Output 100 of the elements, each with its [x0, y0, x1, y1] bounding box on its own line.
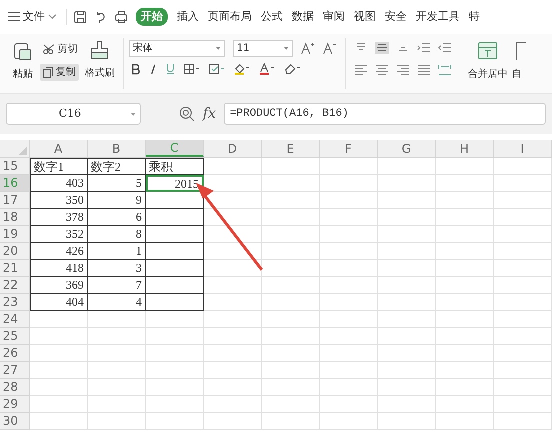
empty-cell	[146, 260, 204, 277]
empty-cell	[494, 209, 552, 226]
table-cell: 9	[88, 192, 146, 209]
row-header[interactable]: 26	[0, 345, 30, 362]
formula-input[interactable]: =PRODUCT(A16, B16)	[224, 103, 546, 125]
align-right-icon[interactable]	[396, 64, 410, 76]
ribbon-tab[interactable]: 插入	[177, 8, 199, 26]
eraser-icon[interactable]	[284, 63, 301, 75]
decrease-font-icon[interactable]	[323, 42, 337, 55]
cell-style-icon[interactable]	[209, 64, 225, 74]
ribbon-tab[interactable]: 页面布局	[208, 8, 252, 26]
empty-cell	[320, 209, 378, 226]
file-menu[interactable]: 文件	[23, 8, 45, 26]
format-painter-button[interactable]: 格式刷	[85, 66, 115, 81]
empty-cell	[204, 311, 262, 328]
row-header[interactable]: 22	[0, 277, 30, 294]
justify-icon[interactable]	[417, 64, 431, 76]
merge-center-button[interactable]: 合并居中	[468, 67, 508, 82]
outdent-icon[interactable]	[438, 42, 452, 54]
empty-cell	[320, 311, 378, 328]
row-header[interactable]: 28	[0, 379, 30, 396]
column-header[interactable]: F	[320, 140, 378, 157]
italic-icon[interactable]	[150, 64, 157, 74]
empty-cell	[494, 379, 552, 396]
empty-cell	[146, 345, 204, 362]
empty-cell	[262, 175, 320, 192]
row-header[interactable]: 23	[0, 294, 30, 311]
ribbon-tab[interactable]: 开发工具	[416, 8, 460, 26]
scissors-icon[interactable]	[43, 44, 56, 55]
table-cell: 3	[88, 260, 146, 277]
row-header[interactable]: 25	[0, 328, 30, 345]
empty-cell	[494, 226, 552, 243]
table-cell: 4	[88, 294, 146, 311]
chevron-down-icon[interactable]	[48, 14, 57, 20]
font-name-dropdown[interactable]: 宋体	[129, 40, 225, 57]
bold-icon[interactable]	[132, 64, 141, 74]
ribbon-tab[interactable]: 安全	[385, 8, 407, 26]
column-header[interactable]: A	[30, 140, 88, 157]
column-header[interactable]: D	[204, 140, 262, 157]
paste-button[interactable]: 粘贴	[13, 67, 33, 82]
auto-wrap-button[interactable]: 自	[512, 67, 526, 82]
row-header[interactable]: 27	[0, 362, 30, 379]
fill-color-icon[interactable]	[234, 63, 250, 75]
column-header[interactable]: C	[146, 140, 204, 157]
row-header[interactable]: 17	[0, 192, 30, 209]
empty-cell	[436, 362, 494, 379]
font-color-icon[interactable]	[259, 63, 275, 75]
row-header[interactable]: 30	[0, 413, 30, 430]
empty-cell	[494, 413, 552, 430]
empty-cell	[436, 328, 494, 345]
font-size-dropdown[interactable]: 11	[233, 40, 293, 57]
table-cell: 350	[30, 192, 88, 209]
ribbon-tab[interactable]: 数据	[292, 8, 314, 26]
empty-cell	[262, 243, 320, 260]
column-header[interactable]: G	[378, 140, 436, 157]
row-header[interactable]: 21	[0, 260, 30, 277]
column-header[interactable]: I	[494, 140, 552, 157]
indent-icon[interactable]	[417, 42, 431, 54]
row-header[interactable]: 24	[0, 311, 30, 328]
ribbon-tab[interactable]: 视图	[354, 8, 376, 26]
distribute-icon[interactable]	[438, 64, 452, 76]
caret-icon	[131, 112, 136, 116]
name-box[interactable]: C16	[6, 103, 141, 125]
undo-icon[interactable]	[95, 10, 107, 24]
column-header[interactable]: H	[436, 140, 494, 157]
empty-cell	[88, 396, 146, 413]
empty-cell	[378, 396, 436, 413]
align-middle-icon[interactable]	[375, 42, 389, 54]
function-button[interactable]: fx	[203, 104, 216, 124]
save-icon[interactable]	[74, 10, 87, 24]
align-left-icon[interactable]	[354, 64, 368, 76]
empty-cell	[378, 226, 436, 243]
align-center-icon[interactable]	[375, 64, 389, 76]
caret-icon	[216, 47, 221, 50]
empty-cell	[378, 209, 436, 226]
cut-button[interactable]: 剪切	[58, 42, 78, 57]
border-icon[interactable]	[184, 64, 200, 74]
row-header[interactable]: 29	[0, 396, 30, 413]
empty-cell	[146, 396, 204, 413]
table-cell: 乘积	[146, 158, 204, 175]
copy-button[interactable]: 复制	[40, 64, 79, 81]
underline-icon[interactable]	[166, 63, 175, 75]
empty-cell	[262, 328, 320, 345]
column-header[interactable]: E	[262, 140, 320, 157]
print-icon[interactable]	[115, 10, 128, 24]
menu-icon[interactable]	[8, 12, 20, 22]
zoom-icon[interactable]	[179, 106, 195, 122]
merge-cells-icon[interactable]	[478, 42, 498, 60]
row-header[interactable]: 20	[0, 243, 30, 260]
format-painter-icon[interactable]	[91, 41, 109, 61]
ribbon-tab[interactable]: 审阅	[323, 8, 345, 26]
ribbon-tab[interactable]: 开始	[136, 8, 168, 26]
increase-font-icon[interactable]	[301, 42, 315, 55]
row-header[interactable]: 18	[0, 209, 30, 226]
ribbon-tab[interactable]: 特	[469, 8, 480, 26]
row-header[interactable]: 15	[0, 158, 30, 175]
row-header[interactable]: 19	[0, 226, 30, 243]
ribbon-tab[interactable]: 公式	[261, 8, 283, 26]
paste-icon[interactable]	[13, 42, 33, 62]
empty-cell	[204, 209, 262, 226]
